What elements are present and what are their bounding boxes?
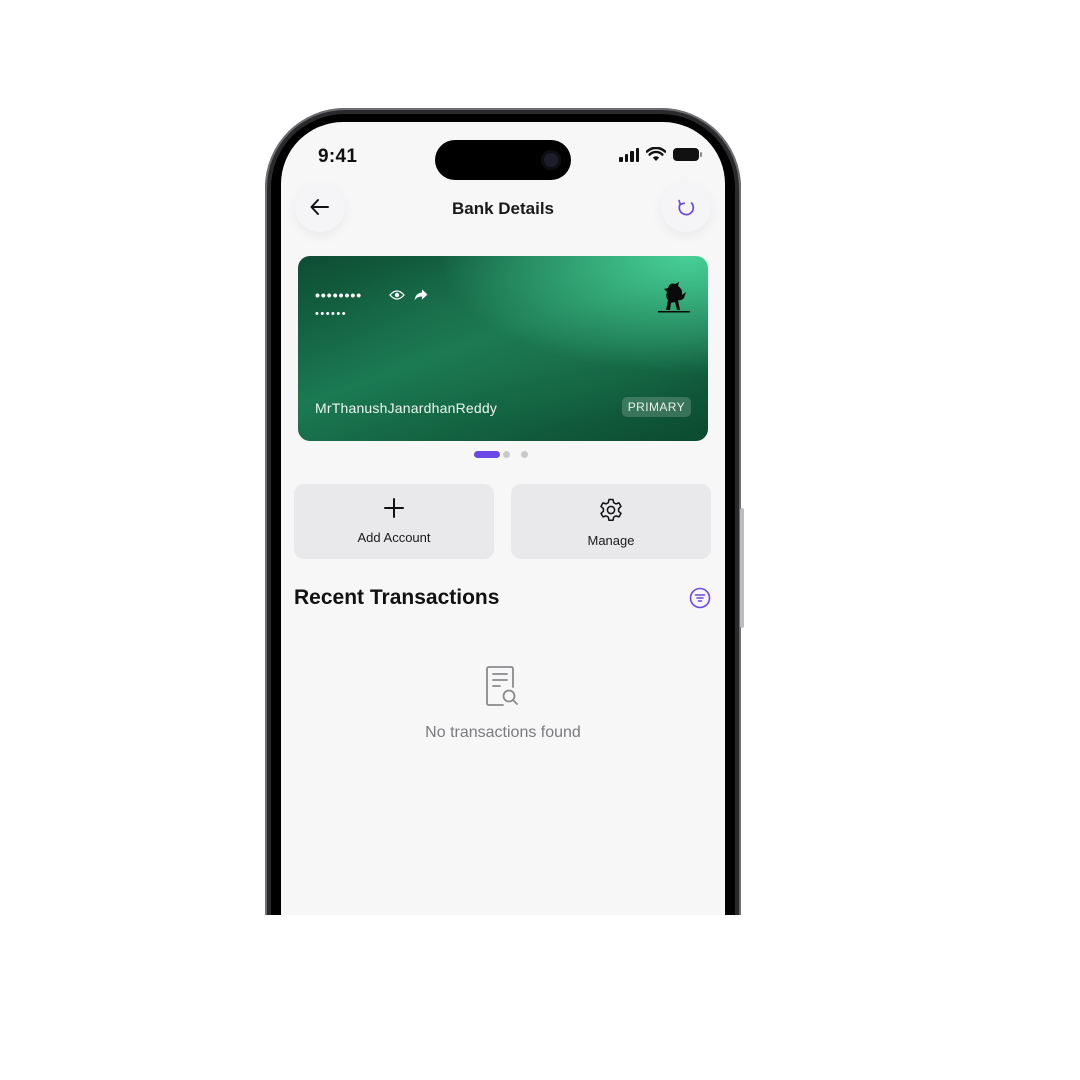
card-pager bbox=[474, 451, 528, 458]
pager-dot[interactable] bbox=[521, 451, 528, 458]
recent-transactions-title: Recent Transactions bbox=[294, 586, 500, 609]
sort-code-masked: •••••• bbox=[315, 308, 348, 320]
filter-button[interactable] bbox=[689, 587, 711, 614]
filter-icon bbox=[689, 587, 711, 609]
side-button bbox=[740, 508, 744, 628]
pager-dot-active[interactable] bbox=[474, 451, 500, 458]
receipt-search-icon bbox=[485, 665, 521, 712]
empty-state-message: No transactions found bbox=[425, 724, 581, 741]
gear-icon bbox=[600, 498, 622, 522]
refresh-button[interactable] bbox=[661, 182, 711, 232]
manage-label: Manage bbox=[587, 533, 635, 548]
page-background bbox=[0, 915, 1080, 1080]
manage-button[interactable]: Manage bbox=[511, 484, 711, 559]
bank-card[interactable]: •••••••• •••••• MrThanushJanardhanReddy … bbox=[298, 256, 708, 441]
refresh-icon bbox=[678, 199, 695, 216]
add-account-button[interactable]: Add Account bbox=[294, 484, 494, 559]
cellular-signal-icon bbox=[619, 147, 639, 162]
share-icon[interactable] bbox=[414, 288, 428, 306]
status-time: 9:41 bbox=[318, 146, 358, 167]
dynamic-island bbox=[435, 140, 571, 180]
account-number-masked: •••••••• bbox=[315, 287, 363, 303]
page-title: Bank Details bbox=[451, 199, 555, 218]
status-icons bbox=[619, 147, 702, 162]
black-horse-logo-icon bbox=[656, 280, 692, 319]
primary-badge: PRIMARY bbox=[621, 397, 691, 417]
pager-dot[interactable] bbox=[503, 451, 510, 458]
app-screen: 9:41 Bank Details •••••••• •••••• MrThan… bbox=[281, 122, 725, 915]
add-account-label: Add Account bbox=[357, 530, 431, 545]
camera-icon bbox=[541, 150, 561, 170]
battery-icon bbox=[673, 148, 702, 161]
plus-icon bbox=[384, 498, 404, 518]
account-holder-name: MrThanushJanardhanReddy bbox=[315, 400, 498, 416]
wifi-icon bbox=[646, 147, 666, 161]
eye-icon[interactable] bbox=[389, 288, 405, 306]
